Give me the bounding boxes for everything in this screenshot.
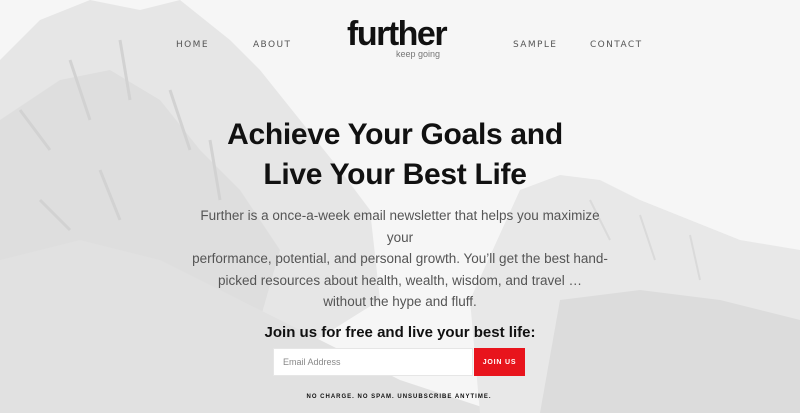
signup-fine-print: NO CHARGE. NO SPAM. UNSUBSCRIBE ANYTIME. xyxy=(306,394,492,400)
nav-about-link[interactable]: ABOUT xyxy=(253,40,291,50)
nav-home-link[interactable]: HOME xyxy=(176,40,209,50)
email-address-input[interactable] xyxy=(273,348,473,376)
description-line: picked resources about health, wealth, w… xyxy=(218,272,582,288)
hero-headline: Achieve Your Goals and Live Your Best Li… xyxy=(0,115,790,195)
description-line: without the hype and fluff. xyxy=(323,294,477,309)
nav-sample-link[interactable]: SAMPLE xyxy=(513,40,557,50)
headline-line-2: Live Your Best Life xyxy=(263,158,527,191)
description-line: performance, potential, and personal gro… xyxy=(192,251,608,266)
nav-contact-link[interactable]: CONTACT xyxy=(590,40,642,50)
signup-heading: Join us for free and live your best life… xyxy=(264,324,536,341)
top-navigation: HOME ABOUT further keep going SAMPLE CON… xyxy=(0,0,800,90)
headline-line-1: Achieve Your Goals and xyxy=(227,118,563,151)
logo-tagline: keep going xyxy=(396,49,441,59)
hero-description: Further is a once-a-week email newslette… xyxy=(190,205,610,313)
join-us-button[interactable]: JOIN US xyxy=(474,348,525,376)
further-logo[interactable]: further keep going xyxy=(347,14,457,64)
description-line: Further is a once-a-week email newslette… xyxy=(200,208,600,245)
